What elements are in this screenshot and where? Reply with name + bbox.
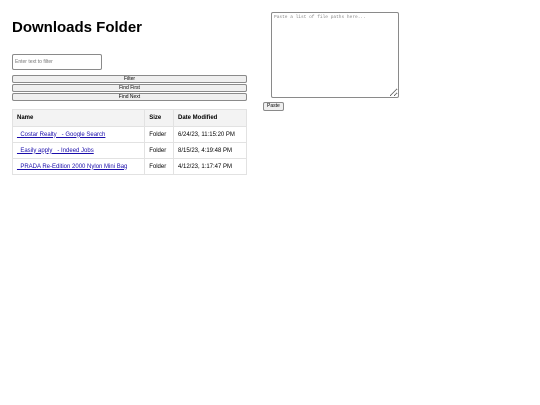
find-next-button[interactable]: Find Next <box>12 93 247 101</box>
file-link[interactable]: _PRADA Re-Edition 2000 Nylon Mini Bag <box>17 164 127 170</box>
column-header-size[interactable]: Size <box>144 109 174 127</box>
filter-button[interactable]: Filter <box>12 75 247 83</box>
page-title: Downloads Folder <box>12 19 143 36</box>
file-link[interactable]: _Easily apply_ - Indeed Jobs <box>17 148 94 154</box>
cell-name: _Easily apply_ - Indeed Jobs <box>11 142 146 159</box>
table-row: _Easily apply_ - Indeed Jobs Folder 8/15… <box>11 142 248 159</box>
cell-size: Folder <box>144 158 174 175</box>
cell-date-modified: 4/12/23, 1:17:47 PM <box>172 158 248 175</box>
files-table: Name Size Date Modified _Costar Realty_ … <box>11 109 248 175</box>
find-first-button[interactable]: Find First <box>12 84 247 92</box>
paste-button[interactable]: Paste <box>263 102 284 111</box>
cell-name: _PRADA Re-Edition 2000 Nylon Mini Bag <box>11 158 146 175</box>
column-header-date-modified[interactable]: Date Modified <box>172 109 248 127</box>
cell-size: Folder <box>144 126 174 143</box>
table-row: _PRADA Re-Edition 2000 Nylon Mini Bag Fo… <box>11 158 248 175</box>
file-browser-panel: Downloads Folder Filter Find First Find … <box>11 18 248 175</box>
filter-input[interactable] <box>12 54 102 70</box>
table-header-row: Name Size Date Modified <box>11 109 248 127</box>
file-link[interactable]: _Costar Realty_ - Google Search <box>17 132 105 138</box>
cell-size: Folder <box>144 142 174 159</box>
cell-name: _Costar Realty_ - Google Search <box>11 126 146 143</box>
table-row: _Costar Realty_ - Google Search Folder 6… <box>11 126 248 143</box>
column-header-name[interactable]: Name <box>11 109 146 127</box>
cell-date-modified: 6/24/23, 11:15:20 PM <box>172 126 248 143</box>
file-paths-textarea[interactable] <box>271 12 399 98</box>
cell-date-modified: 8/15/23, 4:19:48 PM <box>172 142 248 159</box>
page: Downloads Folder Filter Find First Find … <box>0 0 540 405</box>
action-buttons: Filter Find First Find Next <box>12 75 247 101</box>
